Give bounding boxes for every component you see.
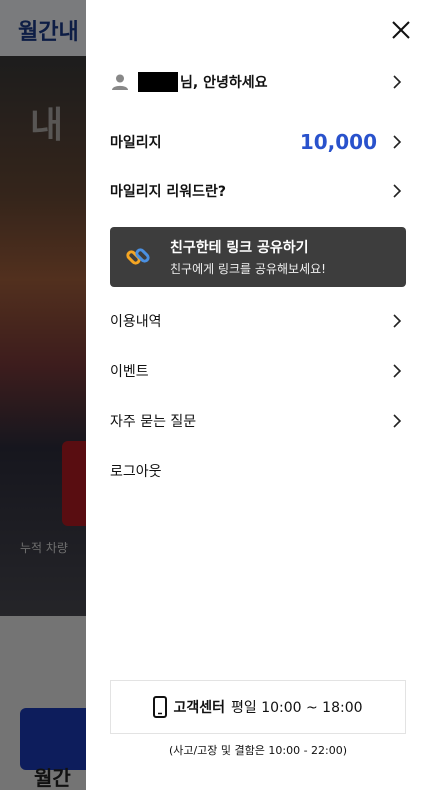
- support-title: 고객센터: [173, 700, 225, 716]
- mileage-label: 마일리지: [110, 135, 162, 151]
- menu-item-history[interactable]: 이용내역: [110, 303, 407, 339]
- share-title: 친구한테 링크 공유하기: [170, 240, 309, 256]
- chevron-right-icon: [393, 364, 402, 378]
- menu-item-events[interactable]: 이벤트: [110, 353, 407, 389]
- phone-icon: [153, 696, 168, 718]
- link-icon: [126, 248, 150, 265]
- chevron-right-icon: [393, 184, 402, 198]
- share-subtitle: 친구에게 링크를 공유해보세요!: [170, 262, 326, 276]
- close-button[interactable]: [385, 14, 417, 46]
- mileage-reward-label: 마일리지 리워드란?: [110, 184, 227, 200]
- menu-item-faq-label: 자주 묻는 질문: [110, 414, 197, 430]
- user-profile-row[interactable]: 님, 안녕하세요: [110, 64, 407, 100]
- chevron-right-icon: [393, 75, 402, 89]
- mileage-row[interactable]: 마일리지 10,000: [110, 124, 407, 160]
- user-icon: [112, 74, 128, 90]
- share-link-card[interactable]: 친구한테 링크 공유하기 친구에게 링크를 공유해보세요!: [110, 227, 406, 287]
- mileage-value: 10,000: [299, 130, 377, 154]
- support-hours: 평일 10:00 ~ 18:00: [230, 700, 363, 716]
- mileage-reward-row[interactable]: 마일리지 리워드란?: [110, 173, 407, 209]
- greeting-text: 님, 안녕하세요: [180, 75, 268, 91]
- redacted-username: [138, 72, 178, 92]
- menu-item-logout-label: 로그아웃: [110, 464, 162, 480]
- menu-item-faq[interactable]: 자주 묻는 질문: [110, 403, 407, 439]
- chevron-right-icon: [393, 414, 402, 428]
- support-note: (사고/고장 및 결함은 10:00 - 22:00): [168, 744, 348, 757]
- close-icon: [392, 21, 410, 39]
- side-drawer: 님, 안녕하세요 마일리지 10,000 마일리지 리워드란? 친구한테 링크 …: [86, 0, 431, 790]
- menu-item-logout[interactable]: 로그아웃: [110, 453, 407, 489]
- menu-item-history-label: 이용내역: [110, 314, 162, 330]
- customer-support-box[interactable]: 고객센터 평일 10:00 ~ 18:00: [110, 680, 406, 734]
- chevron-right-icon: [393, 135, 402, 149]
- menu-item-events-label: 이벤트: [110, 364, 149, 380]
- chevron-right-icon: [393, 314, 402, 328]
